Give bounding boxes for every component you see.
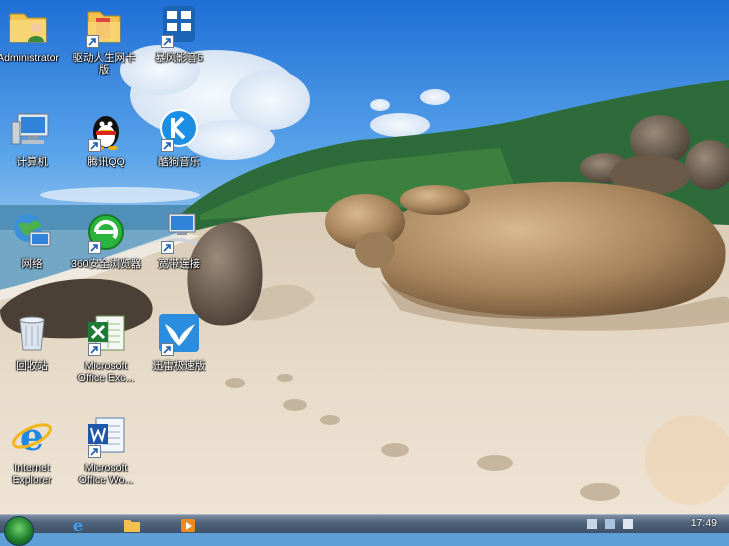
xunlei-bird-icon (157, 312, 201, 356)
svg-text:e: e (20, 414, 44, 458)
recycle-bin-icon (10, 312, 54, 356)
desktop-icon-computer[interactable]: 计算机 (0, 108, 68, 168)
desktop-icon-recycle-bin[interactable]: 回收站 (0, 312, 68, 372)
shortcut-arrow-icon (86, 35, 99, 48)
shortcut-arrow-icon (88, 139, 101, 152)
computer-icon (10, 108, 54, 152)
taskbar-pinned-explorer[interactable] (114, 516, 150, 533)
user-folder-icon (6, 4, 50, 48)
shortcut-arrow-icon (88, 445, 101, 458)
desktop-icon-network[interactable]: 网络 (0, 210, 68, 270)
desktop-icon-360-browser[interactable]: 360安全浏览器 (70, 210, 142, 270)
shortcut-arrow-icon (88, 343, 101, 356)
start-button[interactable] (4, 516, 34, 546)
volume-icon[interactable] (623, 519, 633, 529)
system-tray: 17:49 (549, 515, 729, 533)
desktop-icon-label: 回收站 (16, 360, 48, 372)
shortcut-arrow-icon (161, 35, 174, 48)
taskbar-pinned-media-player[interactable] (170, 516, 206, 533)
video-player-icon (157, 4, 201, 48)
action-center-flag-icon[interactable] (587, 519, 597, 529)
desktop-icon-label: 360安全浏览器 (70, 258, 142, 270)
internet-explorer-icon: e (10, 414, 54, 458)
desktop-icon-label: 网络 (21, 258, 43, 270)
broadband-connection-icon (157, 210, 201, 254)
desktop-icon-internet-explorer[interactable]: e Internet Explorer (0, 414, 68, 486)
shortcut-arrow-icon (161, 343, 174, 356)
shortcut-arrow-icon (88, 241, 101, 254)
folder-icon (82, 4, 126, 48)
desktop-icon-label: 迅雷极速版 (152, 360, 206, 372)
excel-icon (84, 312, 128, 356)
desktop-icon-label: 驱动人生网卡版 (72, 52, 136, 76)
network-status-icon[interactable] (605, 519, 615, 529)
svg-text:e: e (73, 516, 83, 533)
desktop-icon-qq[interactable]: 腾讯QQ (70, 108, 142, 168)
taskbar: e 17:49 (0, 514, 729, 546)
shortcut-arrow-icon (161, 139, 174, 152)
desktop-icon-word[interactable]: Microsoft Office Wo... (70, 414, 142, 486)
360-browser-icon (84, 210, 128, 254)
desktop-icon-broadband[interactable]: 宽带连接 (143, 210, 215, 270)
kugou-icon (157, 108, 201, 152)
word-icon (84, 414, 128, 458)
desktop-icon-kugou[interactable]: 酷狗音乐 (143, 108, 215, 168)
desktop-icon-label: 暴风影音5 (155, 52, 203, 64)
taskbar-pinned-internet-explorer[interactable]: e (60, 516, 96, 533)
desktop-icon-label: Administrator (0, 52, 59, 64)
desktop-icon-label: Microsoft Office Wo... (78, 462, 134, 486)
qq-penguin-icon (84, 108, 128, 152)
desktop-icon-label: 酷狗音乐 (158, 156, 200, 168)
media-player-icon (181, 519, 195, 532)
network-globe-icon (10, 210, 54, 254)
desktop-icon-label: 腾讯QQ (87, 156, 125, 168)
desktop-icon-excel[interactable]: Microsoft Office Exc... (70, 312, 142, 384)
explorer-folder-icon (124, 520, 140, 532)
desktop-icon-driver-wizard[interactable]: 驱动人生网卡版 (68, 4, 140, 76)
desktop-icon-label: 计算机 (16, 156, 48, 168)
desktop-icon-baofeng[interactable]: 暴风影音5 (143, 4, 215, 64)
desktop-icon-label: 宽带连接 (158, 258, 200, 270)
desktop-icon-xunlei[interactable]: 迅雷极速版 (143, 312, 215, 372)
taskbar-clock[interactable]: 17:49 (691, 517, 717, 529)
desktop-icon-label: Microsoft Office Exc... (77, 360, 135, 384)
shortcut-arrow-icon (161, 241, 174, 254)
desktop-icon-administrator[interactable]: Administrator (0, 4, 64, 64)
internet-explorer-icon: e (73, 516, 83, 533)
desktop-icon-label: Internet Explorer (12, 462, 52, 486)
